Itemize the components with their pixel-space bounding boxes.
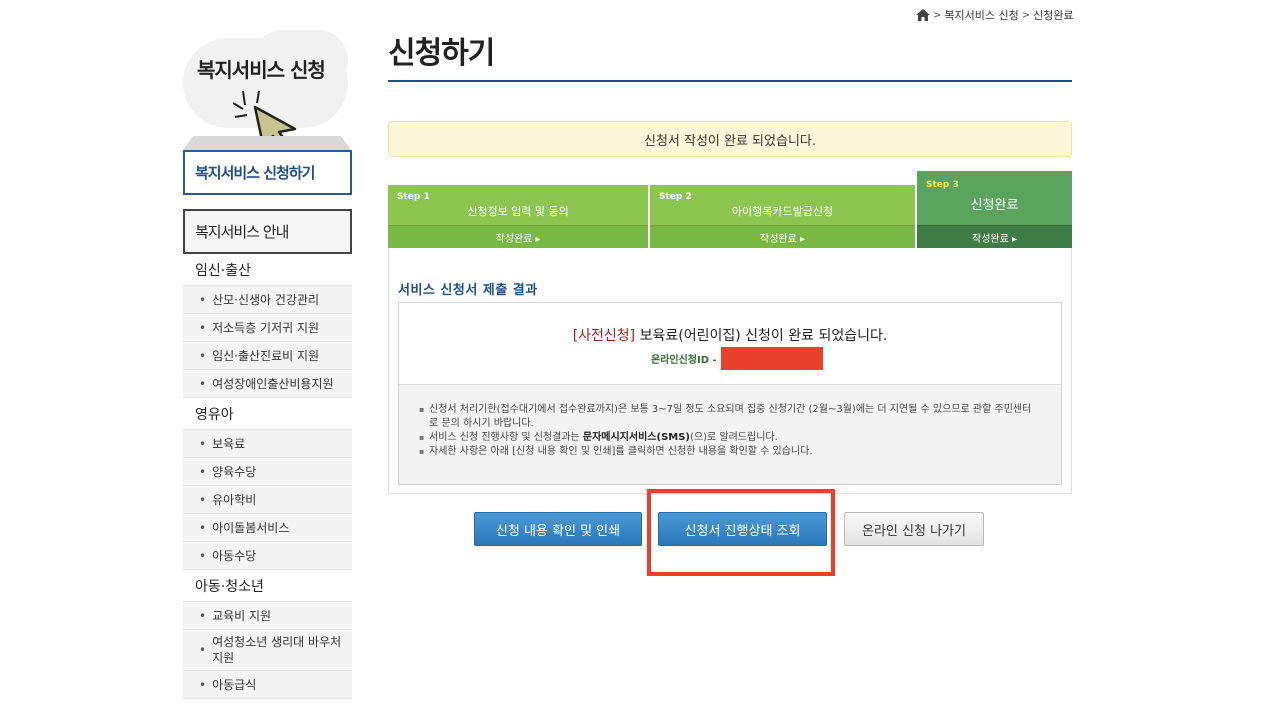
highlight-box bbox=[647, 489, 835, 576]
result-box: [사전신청] 보육료(어린이집) 신청이 완료 되었습니다. 온라인신청ID -… bbox=[398, 302, 1062, 485]
step-3-active: Step 3 신청완료 작성완료 ▸ bbox=[917, 171, 1072, 248]
result-message: [사전신청] 보육료(어린이집) 신청이 완료 되었습니다. bbox=[399, 325, 1061, 345]
step-label: 아이행복카드발급신청 bbox=[731, 205, 834, 218]
sidebar-item[interactable]: • 아동급식 bbox=[183, 671, 352, 699]
sidebar-header: 복지서비스 신청 bbox=[183, 30, 353, 150]
sidebar-category-pregnancy[interactable]: 임신·출산 bbox=[183, 254, 352, 286]
note-item: 자세한 사항은 아래 [신청 내용 확인 및 인쇄]를 클릭하면 신청한 내용을… bbox=[419, 445, 1041, 459]
note-item: 서비스 신청 진행사항 및 신청결과는 문자메시지서비스(SMS)(으)로 알려… bbox=[419, 431, 1041, 445]
application-id-label: 온라인신청ID - bbox=[651, 355, 717, 366]
step-progress: Step 1 신청정보 입력 및 동의 작성완료 ▸ Step 2 아이행복카드… bbox=[388, 171, 1072, 248]
step-status: 작성완료 ▸ bbox=[917, 225, 1072, 248]
exit-online-button[interactable]: 온라인 신청 나가기 bbox=[844, 512, 984, 546]
title-divider bbox=[388, 80, 1072, 82]
sidebar-item[interactable]: • 아이돌봄서비스 bbox=[183, 514, 352, 542]
breadcrumb: > 복지서비스 신청 > 신청완료 bbox=[916, 7, 1074, 23]
result-heading: 서비스 신청서 제출 결과 bbox=[398, 283, 538, 298]
step-status: 작성완료 ▸ bbox=[650, 225, 915, 248]
home-icon[interactable] bbox=[916, 9, 930, 21]
notes-list: 신청서 처리기한(접수대기에서 접수완료까지)은 보통 3~7일 정도 소요되며… bbox=[399, 385, 1061, 484]
sidebar-item[interactable]: • 여성청소년 생리대 바우처 지원 bbox=[183, 630, 352, 671]
sidebar-apply-link[interactable]: 복지서비스 신청하기 bbox=[183, 150, 352, 195]
sidebar-item[interactable]: • 임신·출산진료비 지원 bbox=[183, 342, 352, 370]
sidebar-item[interactable]: • 아동수당 bbox=[183, 542, 352, 570]
step-1: Step 1 신청정보 입력 및 동의 작성완료 ▸ bbox=[388, 185, 648, 248]
sidebar-item[interactable]: • 유아학비 bbox=[183, 486, 352, 514]
breadcrumb-item-current: 신청완료 bbox=[1033, 9, 1074, 22]
sidebar-category-infant[interactable]: 영유아 bbox=[183, 398, 352, 430]
step-label: 신청정보 입력 및 동의 bbox=[467, 205, 569, 218]
sidebar-item[interactable]: • 보육료 bbox=[183, 430, 352, 458]
step-number: Step 3 bbox=[926, 180, 959, 190]
application-id: 온라인신청ID - bbox=[651, 347, 823, 370]
step-2: Step 2 아이행복카드발급신청 작성완료 ▸ bbox=[650, 185, 915, 248]
breadcrumb-item[interactable]: 복지서비스 신청 bbox=[944, 7, 1018, 23]
pre-application-tag: [사전신청] bbox=[572, 328, 636, 344]
sidebar-title: 복지서비스 신청 bbox=[197, 58, 326, 82]
sidebar-guide-link[interactable]: 복지서비스 안내 bbox=[183, 209, 352, 254]
print-details-button[interactable]: 신청 내용 확인 및 인쇄 bbox=[474, 512, 642, 546]
step-label: 신청완료 bbox=[970, 198, 1019, 213]
sidebar-item[interactable]: • 저소득층 기저귀 지원 bbox=[183, 314, 352, 342]
sidebar-item[interactable]: • 산모·신생아 건강관리 bbox=[183, 286, 352, 314]
step-number: Step 2 bbox=[659, 192, 692, 202]
chevron-right-icon: > bbox=[933, 9, 942, 21]
step-number: Step 1 bbox=[397, 192, 430, 202]
page-title: 신청하기 bbox=[388, 36, 495, 71]
step-status: 작성완료 ▸ bbox=[388, 225, 648, 248]
redacted-id bbox=[720, 347, 823, 370]
sidebar-ledge bbox=[183, 136, 351, 150]
chevron-right-icon: > bbox=[1021, 9, 1031, 21]
sidebar-item[interactable]: • 여성장애인출산비용지원 bbox=[183, 370, 352, 398]
sidebar-menu: 임신·출산 • 산모·신생아 건강관리 • 저소득층 기저귀 지원 • 임신·출산진료… bbox=[183, 254, 352, 699]
result-message-text: 보육료(어린이집) 신청이 완료 되었습니다. bbox=[635, 328, 888, 344]
completion-notice: 신청서 작성이 완료 되었습니다. bbox=[388, 121, 1072, 157]
sidebar-item[interactable]: • 양육수당 bbox=[183, 458, 352, 486]
sidebar-category-youth[interactable]: 아동·청소년 bbox=[183, 570, 352, 602]
sidebar-item[interactable]: • 교육비 지원 bbox=[183, 602, 352, 630]
result-panel: 서비스 신청서 제출 결과 [사전신청] 보육료(어린이집) 신청이 완료 되었… bbox=[388, 248, 1072, 494]
note-item: 신청서 처리기한(접수대기에서 접수완료까지)은 보통 3~7일 정도 소요되며… bbox=[419, 403, 1041, 431]
